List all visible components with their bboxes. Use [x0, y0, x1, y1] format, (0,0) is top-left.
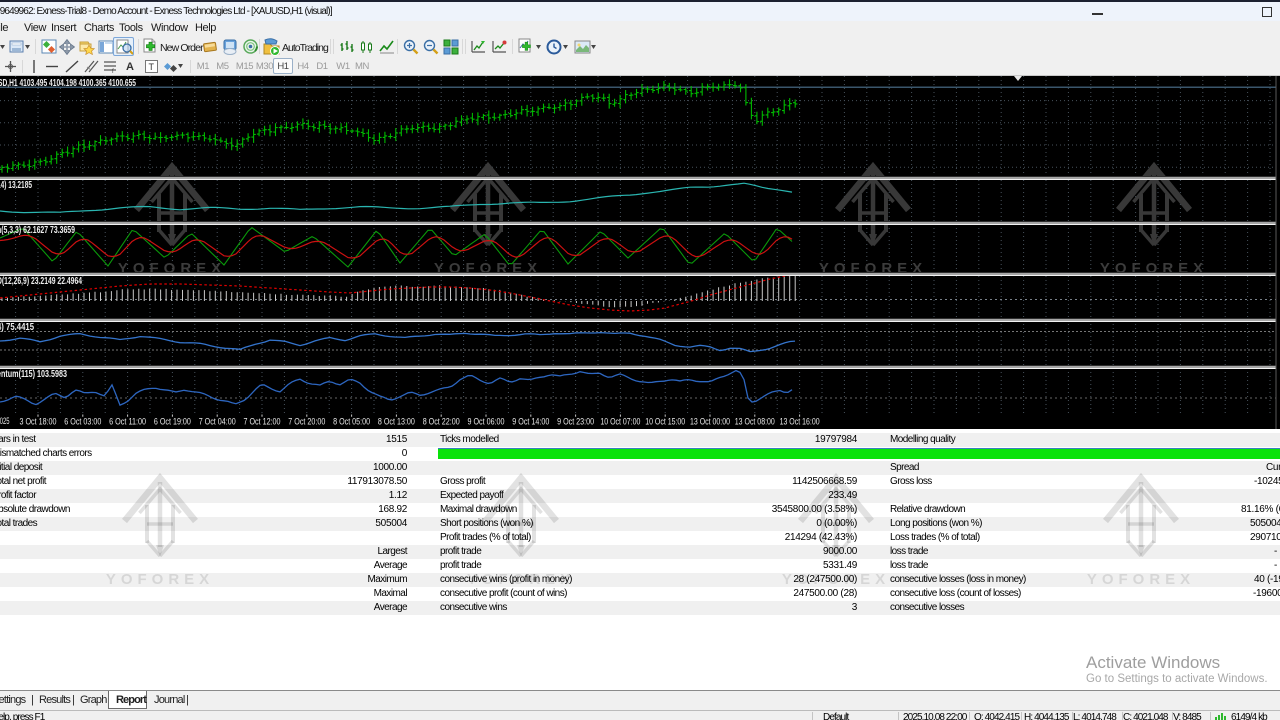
svg-text:entum(115) 103.5983: entum(115) 103.5983	[0, 368, 67, 380]
svg-text:9 Oct 23:00: 9 Oct 23:00	[557, 417, 594, 427]
svg-text:14) 13.2185: 14) 13.2185	[0, 179, 32, 191]
svg-text:13 Oct 16:00: 13 Oct 16:00	[780, 417, 820, 427]
svg-text:10 Oct 07:00: 10 Oct 07:00	[600, 417, 640, 427]
svg-text:7 Oct 04:00: 7 Oct 04:00	[199, 417, 236, 427]
svg-text:8 Oct 22:00: 8 Oct 22:00	[423, 417, 460, 427]
svg-text:3 Oct 18:00: 3 Oct 18:00	[20, 417, 57, 427]
svg-text:T: T	[149, 62, 155, 72]
svg-text:D(12,26,9) 23.2149 22.4964: D(12,26,9) 23.2149 22.4964	[0, 275, 82, 287]
svg-text:SD,H1 4103.495 4104.198 4100.3: SD,H1 4103.495 4104.198 4100.365 4100.65…	[0, 77, 136, 89]
svg-text:8 Oct 13:00: 8 Oct 13:00	[378, 417, 415, 427]
svg-text:9 Oct 06:00: 9 Oct 06:00	[468, 417, 505, 427]
svg-text:7 Oct 12:00: 7 Oct 12:00	[244, 417, 281, 427]
svg-text:6 Oct 19:00: 6 Oct 19:00	[154, 417, 191, 427]
svg-text:13 Oct 00:00: 13 Oct 00:00	[690, 417, 730, 427]
svg-text:2025: 2025	[0, 416, 10, 426]
svg-text:8 Oct 05:00: 8 Oct 05:00	[333, 417, 370, 427]
svg-text:10 Oct 15:00: 10 Oct 15:00	[645, 417, 685, 427]
svg-text:6 Oct 11:00: 6 Oct 11:00	[109, 417, 146, 427]
svg-text:9 Oct 14:00: 9 Oct 14:00	[512, 417, 549, 427]
svg-text:13 Oct 08:00: 13 Oct 08:00	[735, 417, 775, 427]
svg-text:4) 75.4415: 4) 75.4415	[0, 321, 34, 333]
svg-text:h(5,3,3) 62.1627 73.3659: h(5,3,3) 62.1627 73.3659	[0, 224, 75, 236]
svg-text:7 Oct 20:00: 7 Oct 20:00	[288, 417, 325, 427]
svg-text:6 Oct 03:00: 6 Oct 03:00	[64, 417, 101, 427]
